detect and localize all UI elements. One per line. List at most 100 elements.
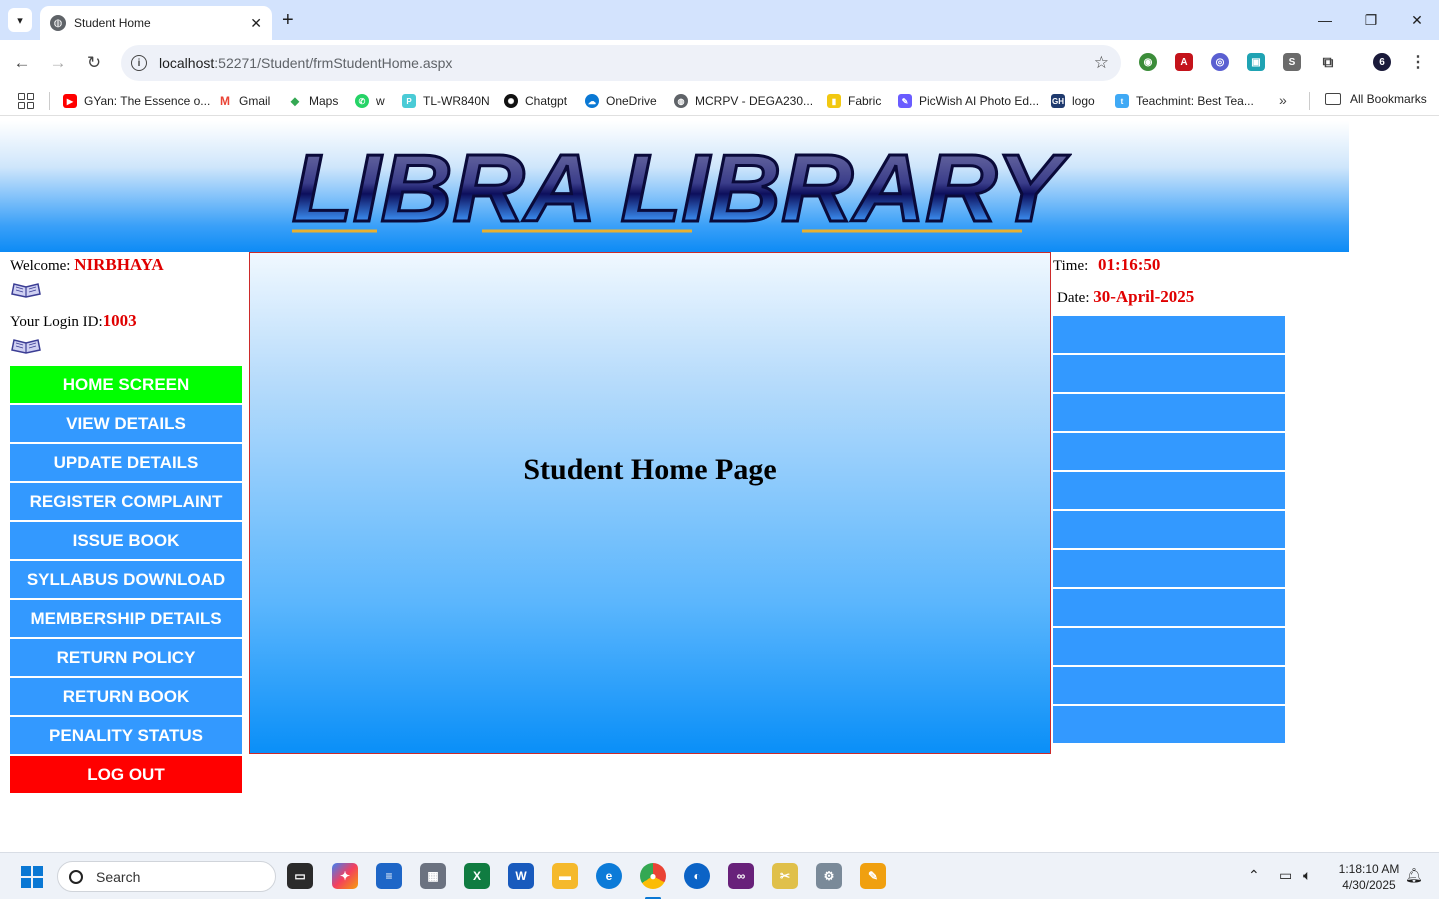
bookmark-item[interactable]: t Teachmint: Best Tea... [1115, 92, 1254, 110]
apps-grid-icon[interactable] [18, 93, 34, 109]
edge-icon[interactable]: e [596, 863, 622, 889]
bookmark-item[interactable]: ✎ PicWish AI Photo Ed... [898, 92, 1039, 110]
bookmark-item[interactable]: ☁ OneDrive [585, 92, 657, 110]
membership-details-button[interactable]: MEMBERSHIP DETAILS [10, 600, 242, 637]
app-settings-icon[interactable]: ⚙ [816, 863, 842, 889]
return-policy-button[interactable]: RETURN POLICY [10, 639, 242, 676]
profile-avatar[interactable]: 6 [1373, 53, 1391, 71]
bookmark-label: Teachmint: Best Tea... [1136, 94, 1254, 108]
right-block [1053, 589, 1285, 626]
all-bookmarks-button[interactable]: All Bookmarks [1325, 92, 1427, 106]
copilot-icon[interactable]: ✦ [332, 863, 358, 889]
right-block [1053, 433, 1285, 470]
extension-globe-icon[interactable]: ◉ [1139, 53, 1157, 71]
minimize-icon[interactable]: — [1310, 6, 1340, 34]
chevron-down-icon: ▾ [17, 14, 23, 27]
bookmark-label: MCRPV - DEGA230... [695, 94, 814, 108]
bookmark-item[interactable]: GH logo [1051, 92, 1095, 110]
window-close-icon[interactable]: ✕ [1402, 6, 1432, 34]
view-details-button[interactable]: VIEW DETAILS [10, 405, 242, 442]
bookmark-label: TL-WR840N [423, 94, 490, 108]
visual-studio-icon[interactable]: ∞ [728, 863, 754, 889]
app-tool-icon[interactable]: ✂ [772, 863, 798, 889]
login-id-line: Your Login ID:1003 [10, 308, 242, 333]
right-block [1053, 511, 1285, 548]
address-bar[interactable]: i localhost:52271/Student/frmStudentHome… [121, 45, 1121, 81]
restore-icon[interactable]: ❐ [1356, 6, 1386, 34]
chrome-icon[interactable]: ● [640, 863, 666, 889]
welcome-label: Welcome: [10, 258, 75, 274]
excel-icon[interactable]: X [464, 863, 490, 889]
right-block [1053, 355, 1285, 392]
issue-book-button[interactable]: ISSUE BOOK [10, 522, 242, 559]
taskbar-search-box[interactable]: Search [57, 861, 276, 892]
folder-icon [1325, 93, 1341, 105]
close-icon[interactable]: ✕ [250, 15, 262, 32]
fabric-icon: ▮ [827, 94, 841, 108]
open-book-icon [11, 283, 41, 298]
site-info-icon[interactable]: i [131, 55, 147, 71]
bookmark-item[interactable]: ✆ w [355, 92, 385, 110]
url-text[interactable]: localhost:52271/Student/frmStudentHome.a… [159, 55, 1094, 71]
syllabus-download-button[interactable]: SYLLABUS DOWNLOAD [10, 561, 242, 598]
file-explorer-icon[interactable]: ▬ [552, 863, 578, 889]
extension-s-icon[interactable]: S [1283, 53, 1301, 71]
log-out-button[interactable]: LOG OUT [10, 756, 242, 793]
app-moon-icon[interactable]: ◐ [684, 863, 710, 889]
speaker-icon[interactable]: 🔈︎ [1303, 867, 1311, 884]
return-book-button[interactable]: RETURN BOOK [10, 678, 242, 715]
windows-start-icon[interactable] [21, 866, 43, 888]
acrobat-icon[interactable]: A [1175, 53, 1193, 71]
right-blocks [1053, 316, 1285, 743]
bookmark-item[interactable]: ▶ GYan: The Essence o... [63, 92, 210, 110]
network-icon[interactable]: ▭ [1279, 867, 1292, 884]
register-complaint-button[interactable]: REGISTER COMPLAINT [10, 483, 242, 520]
bookmark-item[interactable]: P TL-WR840N [402, 92, 490, 110]
app-sketch-icon[interactable]: ✎ [860, 863, 886, 889]
url-host: localhost [159, 55, 215, 71]
back-arrow-icon[interactable]: ← [10, 51, 34, 75]
new-tab-button[interactable]: + [282, 8, 294, 32]
right-block [1053, 550, 1285, 587]
time-value: 01:16:50 [1098, 255, 1161, 274]
home-screen-button[interactable]: HOME SCREEN [10, 366, 242, 403]
menu-dots-icon[interactable]: ⋮ [1409, 53, 1427, 71]
bookmark-item[interactable]: ◍ MCRPV - DEGA230... [674, 92, 813, 110]
notification-bell-icon[interactable]: 🔔︎ [1405, 867, 1423, 884]
tab-search-button[interactable]: ▾ [8, 8, 32, 32]
bookmark-star-icon[interactable]: ☆ [1094, 53, 1109, 73]
system-clock[interactable]: 1:18:10 AM 4/30/2025 [1333, 861, 1405, 893]
youtube-icon: ▶ [63, 94, 77, 108]
bookmark-label: OneDrive [606, 94, 657, 108]
calculator-icon[interactable]: ▦ [420, 863, 446, 889]
chatgpt-icon: ✺ [504, 94, 518, 108]
login-id: 1003 [102, 311, 137, 330]
extension-circle-icon[interactable]: ◎ [1211, 53, 1229, 71]
notepad-icon[interactable]: ≡ [376, 863, 402, 889]
save-extension-icon[interactable]: ▣ [1247, 53, 1265, 71]
bookmarks-separator [49, 92, 50, 110]
picwish-icon: ✎ [898, 94, 912, 108]
bookmarks-bar: ▶ GYan: The Essence o... M Gmail ⬥ Maps ✆ w … [0, 86, 1439, 116]
bookmark-label: Chatgpt [525, 94, 568, 108]
more-bookmarks-chevron-icon[interactable]: » [1279, 92, 1287, 108]
all-bookmarks-label: All Bookmarks [1350, 92, 1427, 106]
bookmark-label: logo [1072, 94, 1095, 108]
update-details-button[interactable]: UPDATE DETAILS [10, 444, 242, 481]
bookmark-item[interactable]: M Gmail [218, 92, 270, 110]
bookmark-item[interactable]: ⬥ Maps [288, 92, 338, 110]
page-content: LIBRA LIBRARY Welcome: NIRBHAYA Your Log… [0, 117, 1439, 852]
penality-status-button[interactable]: PENALITY STATUS [10, 717, 242, 754]
chevron-up-icon[interactable]: ⌃ [1248, 867, 1260, 884]
extensions-puzzle-icon[interactable]: ⧉ [1319, 53, 1337, 71]
reload-icon[interactable]: ↻ [82, 51, 106, 75]
word-icon[interactable]: W [508, 863, 534, 889]
bookmark-label: Gmail [239, 94, 271, 108]
forward-arrow-icon[interactable]: → [46, 51, 70, 75]
bookmark-item[interactable]: ▮ Fabric [827, 92, 881, 110]
tplink-icon: P [402, 94, 416, 108]
bookmark-item[interactable]: ✺ Chatgpt [504, 92, 567, 110]
task-view-icon[interactable]: ▭ [287, 863, 313, 889]
tab-student-home[interactable]: ◍ Student Home ✕ [40, 6, 272, 40]
bookmark-label: PicWish AI Photo Ed... [919, 94, 1040, 108]
